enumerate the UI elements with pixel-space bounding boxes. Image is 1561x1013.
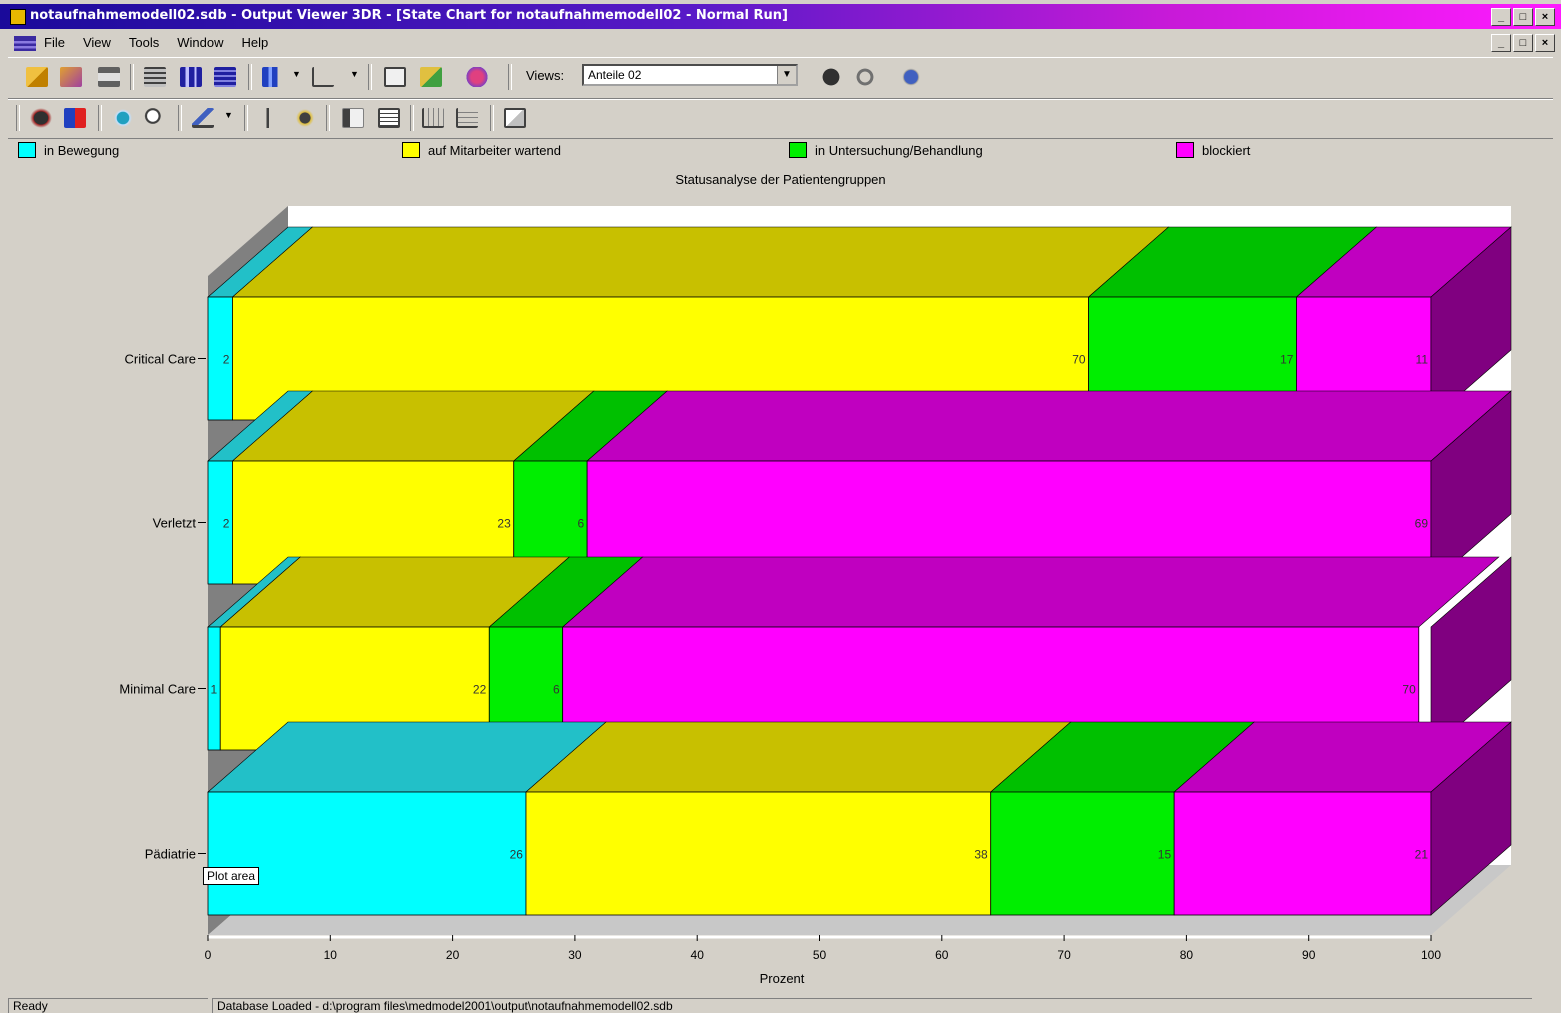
bar-segment [525, 791, 992, 916]
bar-value-label: 70 [1072, 353, 1086, 367]
bar-top-face [231, 226, 1170, 298]
bar-value-label: 23 [497, 517, 511, 531]
x-tick-label: 0 [205, 948, 212, 962]
bar-value-label: 69 [1415, 517, 1429, 531]
bar-segment [990, 791, 1175, 916]
bar-segment [207, 791, 527, 916]
plot-area-tooltip: Plot area [203, 867, 260, 885]
bar-top-face [525, 721, 1072, 793]
bar-value-label: 21 [1415, 848, 1429, 862]
category-label: Critical Care [124, 352, 196, 367]
bar-value-label: 2 [223, 517, 230, 531]
bar-value-label: 6 [577, 517, 584, 531]
category-label: Verletzt [153, 516, 197, 531]
bar-value-label: 70 [1402, 683, 1416, 697]
x-tick-label: 90 [1302, 948, 1316, 962]
status-ready: Ready [8, 998, 208, 1013]
bar-value-label: 15 [1158, 848, 1172, 862]
bars-group: 2 70 17 11 Critical Care 2 23 6 69 Verletzt 1 22 6 70… [119, 226, 1512, 916]
status-bar: Ready Database Loaded - d:\program files… [0, 996, 1561, 1013]
state-chart[interactable]: 2 70 17 11 Critical Care 2 23 6 69 Verletzt 1 22 6 70… [0, 0, 1561, 1013]
bar-value-label: 17 [1280, 353, 1294, 367]
bar-value-label: 22 [473, 683, 487, 697]
x-tick-label: 60 [935, 948, 949, 962]
x-tick-label: 10 [324, 948, 338, 962]
x-tick-label: 70 [1057, 948, 1071, 962]
x-tick-label: 30 [568, 948, 582, 962]
bar-top-face [561, 556, 1500, 628]
x-tick-labels-group: 0 10 20 30 40 50 60 70 80 90 100 [205, 935, 1441, 962]
category-label: Minimal Care [119, 682, 196, 697]
x-tick-label: 100 [1421, 948, 1441, 962]
x-axis-title: Prozent [760, 971, 805, 986]
bar-value-label: 1 [211, 683, 218, 697]
x-tick-label: 50 [813, 948, 827, 962]
x-tick-label: 80 [1180, 948, 1194, 962]
bar-value-label: 26 [510, 848, 524, 862]
category-label: Pädiatrie [145, 847, 196, 862]
status-message: Database Loaded - d:\program files\medmo… [212, 998, 1532, 1013]
bar-segment [1173, 791, 1432, 916]
bar-value-label: 2 [223, 353, 230, 367]
bar-value-label: 11 [1416, 353, 1429, 367]
bar-top-face [586, 390, 1512, 462]
bar-value-label: 6 [553, 683, 560, 697]
x-tick-label: 20 [446, 948, 460, 962]
x-tick-label: 40 [691, 948, 705, 962]
bar-value-label: 38 [974, 848, 988, 862]
